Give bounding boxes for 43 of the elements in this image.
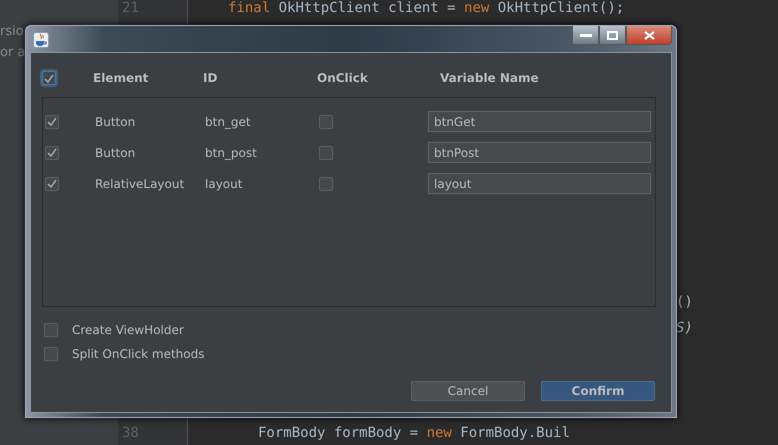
- sidebar-text: rsio: [0, 24, 25, 39]
- variable-name-field[interactable]: btnGet: [428, 111, 651, 132]
- id-cell-text: btn_get: [205, 114, 252, 128]
- option-checkbox[interactable]: [44, 323, 58, 337]
- java-cup-icon: [33, 32, 49, 48]
- onclick-checkbox[interactable]: [319, 176, 333, 190]
- minimize-button[interactable]: [572, 26, 599, 45]
- onclick-checkbox[interactable]: [319, 146, 333, 160]
- onclick-checkbox[interactable]: [319, 114, 333, 128]
- code-fragment: (): [676, 294, 694, 310]
- variable-name-field[interactable]: layout: [428, 173, 651, 194]
- close-button[interactable]: [626, 26, 672, 45]
- select-all-checkbox[interactable]: [42, 71, 56, 85]
- variable-name-field[interactable]: btnPost: [428, 142, 651, 163]
- confirm-button[interactable]: Confirm: [541, 381, 655, 401]
- column-header: OnClick: [317, 71, 369, 85]
- column-header: Element: [93, 71, 150, 85]
- option-label: Create ViewHolder: [72, 323, 184, 337]
- maximize-button[interactable]: [599, 26, 626, 45]
- column-header: ID: [203, 71, 218, 85]
- code-fragment: S): [676, 320, 694, 336]
- element-cell-text: Button: [95, 146, 136, 160]
- element-cell-text: Button: [95, 114, 136, 128]
- row-checkbox[interactable]: [45, 114, 59, 128]
- check-icon: [47, 117, 57, 126]
- column-header: Variable Name: [440, 71, 540, 85]
- maximize-icon: [607, 30, 618, 40]
- close-icon: [644, 30, 654, 40]
- option-checkbox[interactable]: [44, 347, 58, 361]
- element-cell-text: RelativeLayout: [95, 176, 186, 190]
- cancel-button[interactable]: Cancel: [411, 381, 525, 401]
- minimize-icon: [580, 33, 592, 37]
- row-checkbox[interactable]: [45, 176, 59, 190]
- check-icon: [47, 148, 57, 157]
- code-line: final OkHttpClient client = new OkHttpClient();: [228, 0, 626, 16]
- row-checkbox[interactable]: [45, 146, 59, 160]
- check-icon: [44, 74, 54, 82]
- option-label: Split OnClick methods: [72, 347, 204, 361]
- check-icon: [47, 179, 57, 188]
- id-cell-text: layout: [205, 176, 244, 190]
- id-cell-text: btn_post: [205, 146, 258, 160]
- code-line: FormBody formBody = new FormBody.Buil: [258, 425, 571, 441]
- sidebar-text: or a: [0, 45, 26, 60]
